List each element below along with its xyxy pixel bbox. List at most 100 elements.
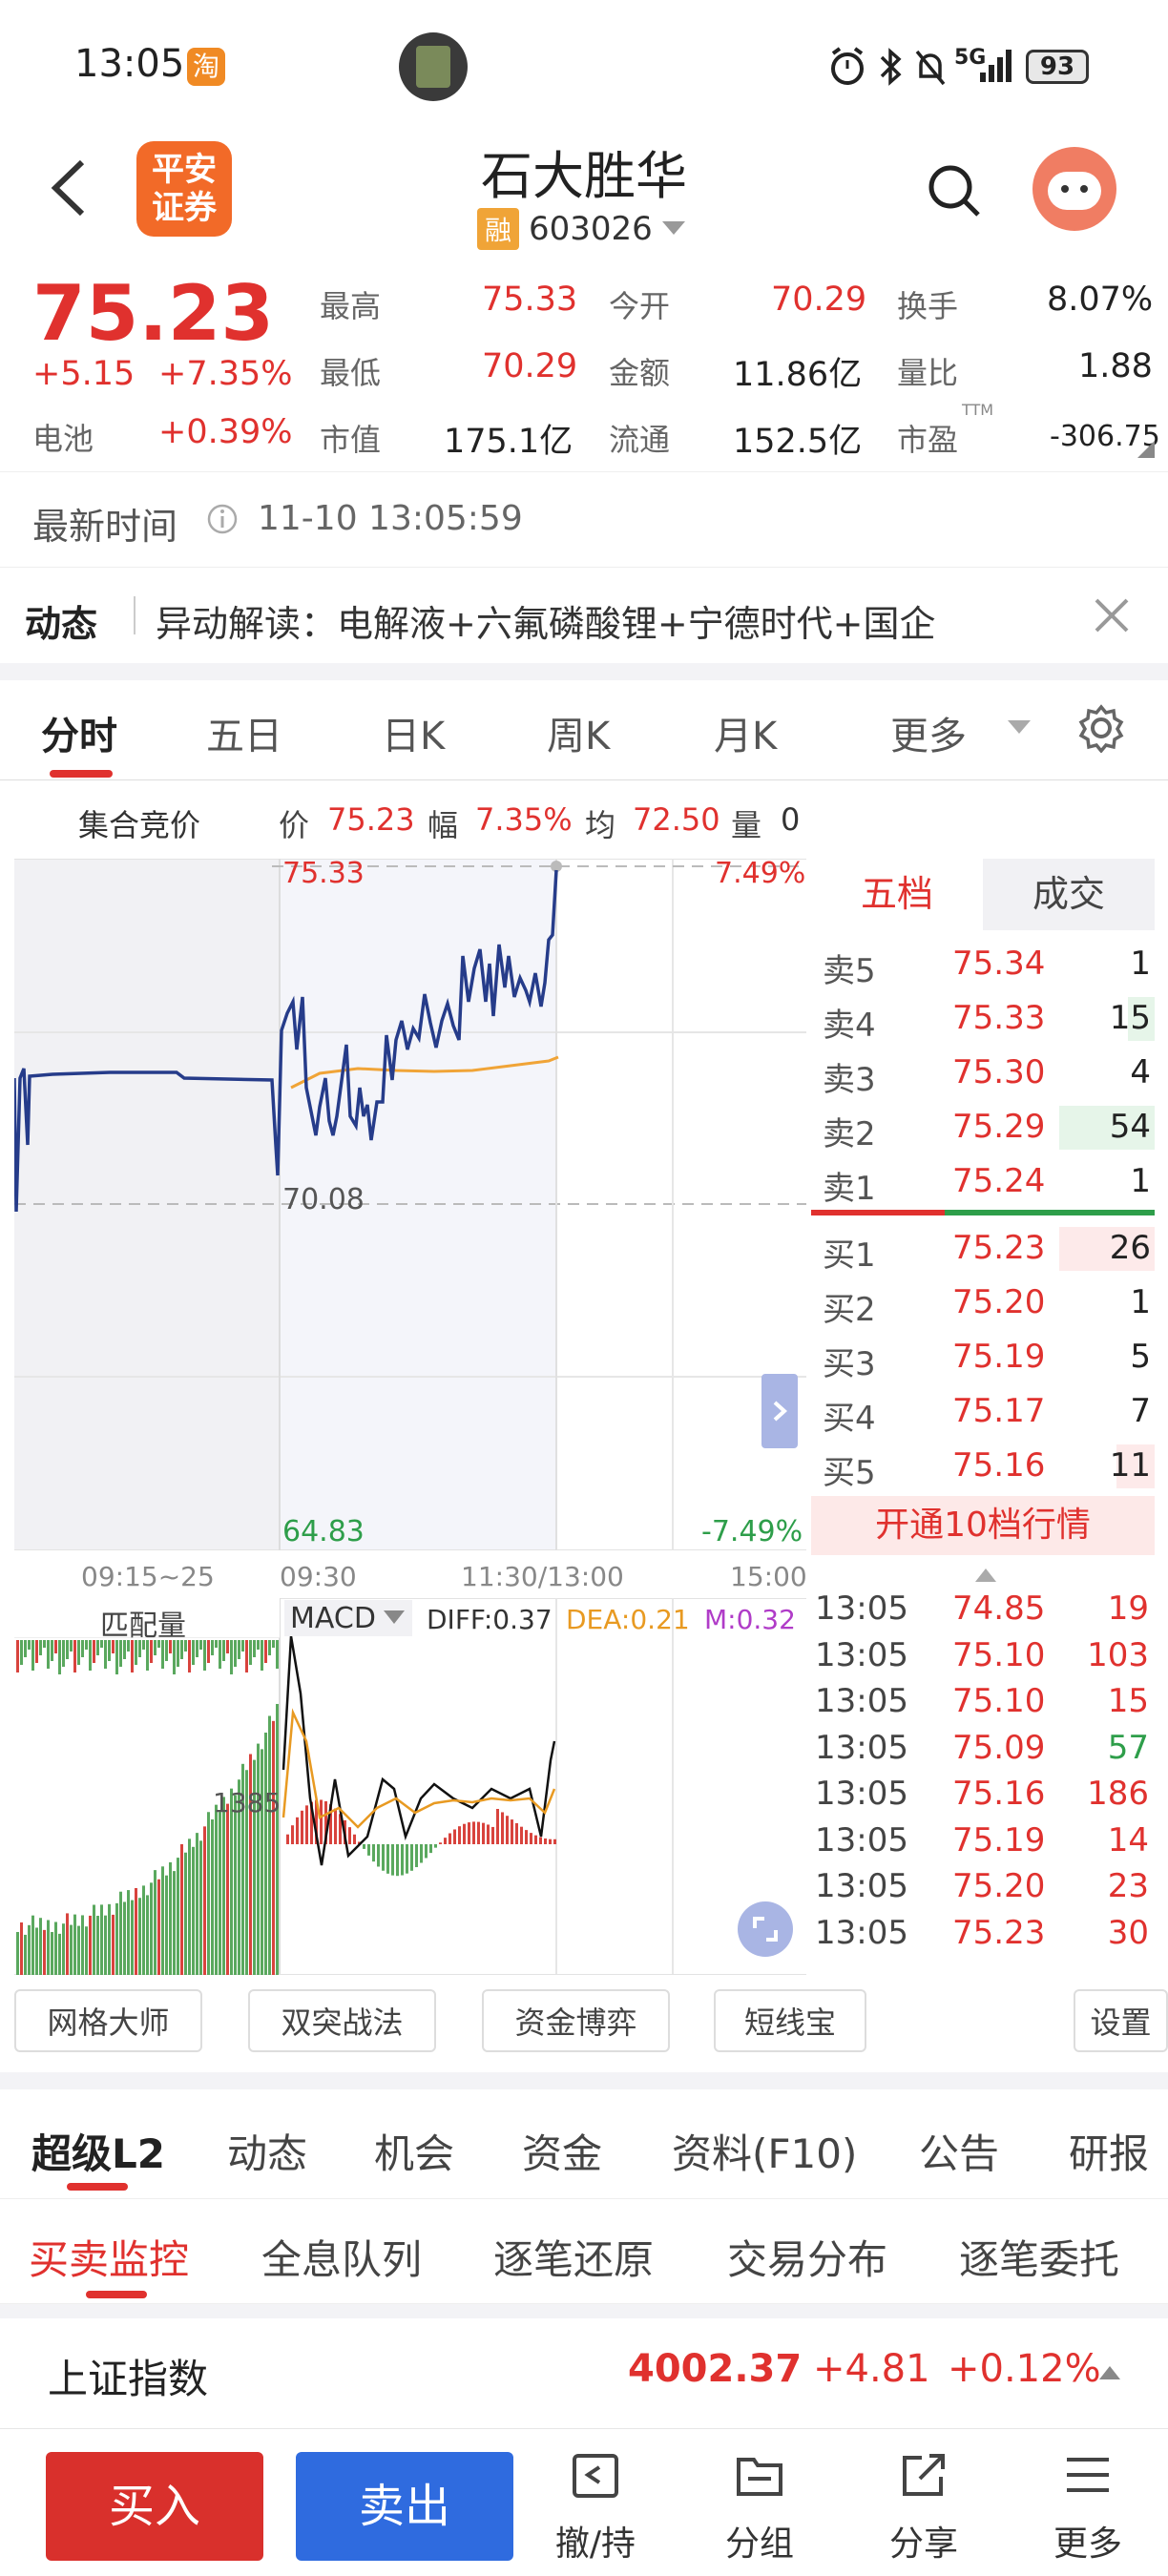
bottom-action-bar: 买入 卖出 撤/持 分组 分享 更多 xyxy=(0,2428,1168,2576)
cancel-holdings-button[interactable]: 撤/持 xyxy=(529,2448,662,2572)
tab-intraday[interactable]: 分时 xyxy=(41,705,117,760)
tab-trades[interactable]: 成交 xyxy=(983,859,1155,930)
tab-full-queue[interactable]: 全息队列 xyxy=(261,2228,422,2286)
bid-row[interactable]: 买5 75.16 11 xyxy=(811,1439,1155,1493)
trade-price: 75.09 xyxy=(952,1728,1046,1767)
sell-button[interactable]: 卖出 xyxy=(296,2452,513,2561)
stock-code-selector[interactable]: 融 603026 xyxy=(477,208,689,250)
match-volume-bar xyxy=(35,1640,38,1663)
capital-game-button[interactable]: 资金博弈 xyxy=(482,1989,670,2052)
tab-announcements[interactable]: 公告 xyxy=(919,2122,999,2180)
upgrade-level10-button[interactable]: 开通10档行情 xyxy=(811,1496,1155,1555)
close-icon[interactable] xyxy=(1093,596,1131,634)
gear-icon[interactable] xyxy=(1076,703,1126,753)
tab-opportunity[interactable]: 机会 xyxy=(374,2122,454,2180)
trade-row: 13:05 75.23 30 xyxy=(811,1910,1155,1956)
indicator-panel[interactable]: 匹配量 MACD DIFF:0.37 DEA:0.21 M:0.32 1385 xyxy=(14,1598,806,1975)
match-volume-bar xyxy=(62,1640,65,1667)
index-pct: +0.12% xyxy=(948,2347,1101,2391)
match-volume-bar xyxy=(43,1929,46,1975)
trade-price: 74.85 xyxy=(952,1589,1046,1628)
double-breakout-button[interactable]: 双突战法 xyxy=(248,1989,436,2052)
macd-histogram-bar xyxy=(367,1844,370,1856)
tab-trade-distribution[interactable]: 交易分布 xyxy=(727,2228,887,2286)
ask-row[interactable]: 卖2 75.29 54 xyxy=(811,1100,1155,1154)
news-text[interactable]: 异动解读：电解液+六氟磷酸锂+宁德时代+国企 xyxy=(156,594,936,647)
level-volume: 54 xyxy=(1109,1108,1151,1146)
match-volume-bar xyxy=(222,1640,225,1661)
assistant-avatar[interactable] xyxy=(1032,147,1116,231)
status-time: 13:05 xyxy=(74,42,185,86)
level-label: 买5 xyxy=(823,1454,876,1492)
match-volume-bar xyxy=(234,1795,237,1975)
tab-order-monitor[interactable]: 买卖监控 xyxy=(29,2228,189,2286)
macd-m: M:0.32 xyxy=(704,1604,796,1635)
match-volume-bar xyxy=(169,1861,172,1975)
info-icon[interactable] xyxy=(206,503,239,535)
macd-histogram-bar xyxy=(482,1822,485,1844)
trade-row: 13:05 75.19 14 xyxy=(811,1818,1155,1863)
macd-histogram-bar xyxy=(415,1844,418,1868)
sector-label[interactable]: 电池 xyxy=(32,415,94,459)
match-volume-bar xyxy=(16,1640,19,1672)
ask-row[interactable]: 卖1 75.24 1 xyxy=(811,1154,1155,1209)
match-volume-bar xyxy=(192,1640,195,1665)
tab-active-indicator xyxy=(50,770,113,778)
chevron-up-icon[interactable] xyxy=(973,1565,998,1584)
trade-volume: 14 xyxy=(1107,1820,1149,1859)
ask-row[interactable]: 卖3 75.30 4 xyxy=(811,1046,1155,1100)
level-label: 买4 xyxy=(823,1400,876,1438)
chart-bottom-pct: -7.49% xyxy=(701,1515,803,1548)
auction-label: 集合竞价 xyxy=(78,807,201,843)
mcap-value: 175.1亿 xyxy=(444,423,574,461)
tab-daily-k[interactable]: 日K xyxy=(382,705,445,760)
tab-super-l2[interactable]: 超级L2 xyxy=(31,2122,165,2180)
fullscreen-button[interactable] xyxy=(738,1901,793,1957)
expand-corner-icon[interactable] xyxy=(1136,439,1157,460)
match-volume-bar xyxy=(85,1926,88,1975)
search-icon[interactable] xyxy=(926,162,983,219)
tab-5day[interactable]: 五日 xyxy=(206,705,282,760)
indicator-selector[interactable]: MACD xyxy=(284,1600,412,1636)
tab-dynamics[interactable]: 动态 xyxy=(227,2122,307,2180)
tab-monthly-k[interactable]: 月K xyxy=(714,705,777,760)
share-button[interactable]: 分享 xyxy=(857,2448,991,2572)
buy-button[interactable]: 买入 xyxy=(46,2452,263,2561)
more-button[interactable]: 更多 xyxy=(1021,2448,1155,2572)
match-volume-bar xyxy=(89,1915,92,1975)
tab-tick-orders[interactable]: 逐笔委托 xyxy=(959,2228,1119,2286)
index-ticker[interactable]: 上证指数 4002.37 +4.81 +0.12% xyxy=(0,2318,1168,2423)
ask-row[interactable]: 卖4 75.33 15 xyxy=(811,991,1155,1046)
intraday-chart[interactable]: 75.33 7.49% 70.08 64.83 -7.49% xyxy=(14,857,806,1550)
tab-tick-restore[interactable]: 逐笔还原 xyxy=(493,2228,654,2286)
group-button[interactable]: 分组 xyxy=(693,2448,826,2572)
grid-master-button[interactable]: 网格大师 xyxy=(14,1989,202,2052)
trade-time: 13:05 xyxy=(815,1913,908,1952)
short-line-button[interactable]: 短线宝 xyxy=(714,1989,866,2052)
tab-capital[interactable]: 资金 xyxy=(522,2122,602,2180)
match-volume-bar xyxy=(241,1640,244,1652)
tab-research[interactable]: 研报 xyxy=(1069,2122,1149,2180)
bid-row[interactable]: 买2 75.20 1 xyxy=(811,1276,1155,1330)
tab-weekly-k[interactable]: 周K xyxy=(547,705,610,760)
tab-f10[interactable]: 资料(F10) xyxy=(672,2122,857,2180)
signal-icon xyxy=(980,50,1012,82)
match-volume-value: 1385 xyxy=(213,1787,282,1818)
level-volume: 1 xyxy=(1130,945,1151,983)
bid-row[interactable]: 买1 75.23 26 xyxy=(811,1221,1155,1276)
macd-histogram-bar xyxy=(448,1833,451,1844)
tab-more[interactable]: 更多 xyxy=(890,705,967,760)
match-volume-bar xyxy=(93,1640,95,1663)
match-volume-bar xyxy=(154,1870,156,1975)
info-amp: 7.35% xyxy=(475,801,573,838)
settings-button[interactable]: 设置 xyxy=(1074,1989,1168,2052)
news-ticker[interactable]: 动态 异动解读：电解液+六氟磷酸锂+宁德时代+国企 xyxy=(0,568,1168,663)
bid-row[interactable]: 买3 75.19 5 xyxy=(811,1330,1155,1384)
high-label: 最高 xyxy=(320,288,382,324)
match-volume-bar xyxy=(188,1839,191,1975)
macd-histogram-bar xyxy=(305,1805,308,1844)
expand-panel-button[interactable] xyxy=(761,1374,798,1448)
ask-row[interactable]: 卖5 75.34 1 xyxy=(811,937,1155,991)
bid-row[interactable]: 买4 75.17 7 xyxy=(811,1384,1155,1439)
tab-level5[interactable]: 五档 xyxy=(811,859,983,930)
